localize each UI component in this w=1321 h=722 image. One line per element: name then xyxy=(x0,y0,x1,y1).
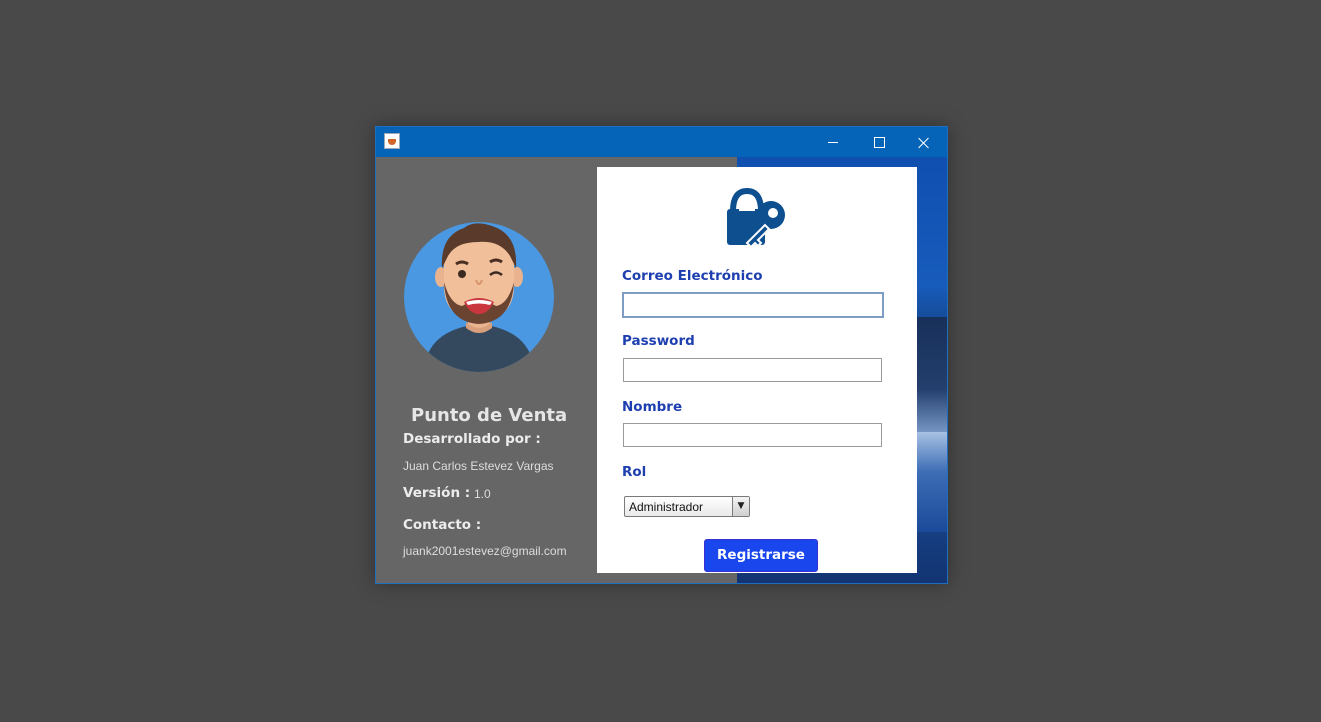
minimize-icon xyxy=(828,142,838,143)
register-form: Correo Electrónico Password Nombre Rol A… xyxy=(597,167,917,573)
maximize-icon xyxy=(873,137,885,148)
register-button[interactable]: Registrarse xyxy=(704,539,818,572)
minimize-button[interactable] xyxy=(810,127,856,157)
developed-by-label: Desarrollado por : xyxy=(403,431,541,447)
dropdown-arrow-icon[interactable]: ▼ xyxy=(732,497,749,516)
contact-label: Contacto : xyxy=(403,517,482,533)
title-bar[interactable] xyxy=(376,127,947,157)
password-input[interactable] xyxy=(623,358,882,382)
contact-email: juank2001estevez@gmail.com xyxy=(403,544,567,558)
lock-key-icon xyxy=(727,187,785,249)
email-label: Correo Electrónico xyxy=(622,268,763,284)
name-input[interactable] xyxy=(623,423,882,447)
close-icon xyxy=(918,137,930,149)
version-label: Versión : xyxy=(403,485,471,501)
background-trees xyxy=(916,317,947,437)
maximize-button[interactable] xyxy=(856,127,902,157)
app-title: Punto de Venta xyxy=(411,405,568,426)
background-water xyxy=(916,432,947,532)
avatar-icon xyxy=(404,222,554,372)
register-window: Punto de Venta Desarrollado por : Juan C… xyxy=(375,126,948,584)
role-selected-value: Administrador xyxy=(629,500,704,514)
developer-name: Juan Carlos Estevez Vargas xyxy=(403,459,554,473)
email-input[interactable] xyxy=(622,292,884,318)
name-label: Nombre xyxy=(622,399,683,415)
close-button[interactable] xyxy=(901,127,947,157)
password-label: Password xyxy=(622,333,695,349)
java-app-icon[interactable] xyxy=(384,133,400,149)
role-label: Rol xyxy=(622,464,647,480)
version-value: 1.0 xyxy=(474,487,491,501)
role-select[interactable]: Administrador ▼ xyxy=(624,496,750,517)
